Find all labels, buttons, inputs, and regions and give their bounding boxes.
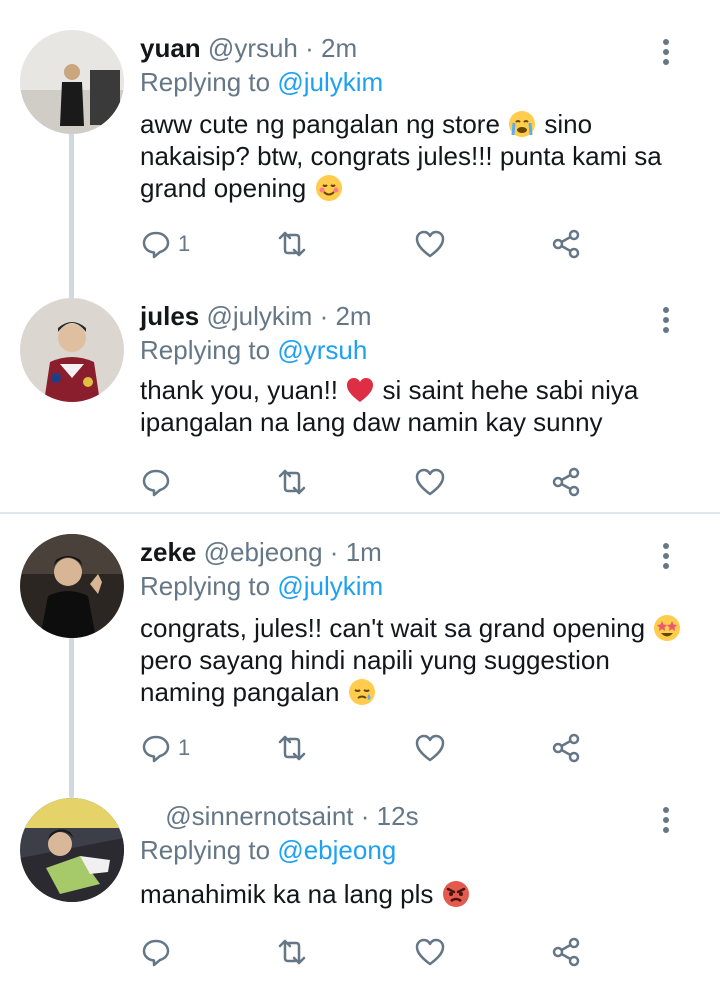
tweet-text: congrats, jules!! can't wait sa grand op…: [140, 612, 690, 708]
share-button[interactable]: [550, 728, 582, 768]
text-part: thank you, yuan!!: [140, 375, 339, 405]
tweet-text: manahimik ka na lang pls: [140, 878, 690, 910]
thread-line: [69, 634, 74, 798]
more-icon[interactable]: [656, 36, 676, 68]
text-part: congrats, jules!! can't wait sa grand op…: [140, 613, 646, 643]
reply-count: 1: [178, 735, 191, 760]
like-button[interactable]: [414, 224, 446, 264]
share-button[interactable]: [550, 932, 582, 972]
tweet-header: jules @julykim · 2m: [140, 298, 372, 334]
user-handle[interactable]: @ebjeong: [204, 537, 323, 567]
display-name[interactable]: zeke: [140, 537, 196, 567]
retweet-icon: [278, 939, 306, 965]
replying-handle-link[interactable]: @julykim: [277, 571, 383, 601]
like-icon: [415, 230, 445, 258]
thread-divider: [0, 512, 720, 514]
retweet-icon: [278, 231, 306, 257]
more-icon[interactable]: [656, 304, 676, 336]
star-struck-emoji-icon: [654, 615, 681, 641]
timestamp[interactable]: 1m: [346, 537, 382, 567]
like-icon: [415, 734, 445, 762]
reply-icon: [142, 469, 170, 497]
thread-line: [69, 130, 74, 320]
reply-icon: [142, 735, 170, 763]
avatar[interactable]: [20, 30, 124, 134]
replying-to: Replying to @julykim: [140, 64, 383, 100]
reply-button[interactable]: [140, 932, 178, 972]
like-button[interactable]: [414, 462, 446, 502]
retweet-button[interactable]: [276, 932, 308, 972]
separator: ·: [319, 301, 329, 331]
tweet-actions: [140, 462, 700, 502]
reply-icon: [142, 939, 170, 967]
replying-prefix: Replying to: [140, 335, 271, 365]
share-icon: [552, 733, 580, 763]
retweet-icon: [278, 735, 306, 761]
text-part: manahimik ka na lang pls: [140, 879, 434, 909]
user-handle[interactable]: @sinnernotsaint: [165, 801, 353, 831]
smiling-face-emoji-icon: [315, 175, 342, 201]
share-icon: [552, 229, 580, 259]
replying-handle-link[interactable]: @ebjeong: [277, 835, 396, 865]
like-icon: [415, 938, 445, 966]
like-icon: [415, 468, 445, 496]
tweet-header: @sinnernotsaint · 12s: [140, 798, 419, 834]
separator: ·: [360, 801, 370, 831]
replying-prefix: Replying to: [140, 571, 271, 601]
avatar[interactable]: [20, 298, 124, 402]
tweet-header: yuan @yrsuh · 2m: [140, 30, 357, 66]
crying-face-emoji-icon: [509, 111, 536, 137]
replying-prefix: Replying to: [140, 67, 271, 97]
share-button[interactable]: [550, 224, 582, 264]
tweet-text: thank you, yuan!! si saint hehe sabi niy…: [140, 374, 690, 438]
avatar[interactable]: [20, 534, 124, 638]
timestamp[interactable]: 2m: [321, 33, 357, 63]
display-name[interactable]: jules: [140, 301, 199, 331]
tweet-jules[interactable]: jules @julykim · 2m Replying to @yrsuh t…: [0, 298, 720, 508]
separator: ·: [329, 537, 339, 567]
tweet-zeke[interactable]: zeke @ebjeong · 1m Replying to @julykim …: [0, 534, 720, 798]
tweet-actions: [140, 932, 700, 972]
separator: ·: [305, 33, 314, 63]
reply-icon: [142, 231, 170, 259]
reply-button[interactable]: 1: [140, 728, 190, 768]
replying-handle-link[interactable]: @yrsuh: [277, 335, 367, 365]
reply-count: 1: [178, 231, 191, 256]
timestamp[interactable]: 2m: [335, 301, 371, 331]
angry-face-emoji-icon: [442, 881, 469, 907]
replying-to: Replying to @yrsuh: [140, 332, 367, 368]
replying-prefix: Replying to: [140, 835, 271, 865]
retweet-button[interactable]: [276, 224, 308, 264]
user-handle[interactable]: @julykim: [206, 301, 312, 331]
reply-button[interactable]: 1: [140, 224, 190, 264]
share-icon: [552, 937, 580, 967]
reply-button[interactable]: [140, 462, 178, 502]
sleepy-face-emoji-icon: [348, 679, 375, 705]
tweet-actions: 1: [140, 728, 700, 768]
retweet-button[interactable]: [276, 728, 308, 768]
tweet-header: zeke @ebjeong · 1m: [140, 534, 382, 570]
replying-to: Replying to @ebjeong: [140, 832, 396, 868]
retweet-icon: [278, 469, 306, 495]
tweet-sinnernotsaint[interactable]: @sinnernotsaint · 12s Replying to @ebjeo…: [0, 798, 720, 978]
user-handle[interactable]: @yrsuh: [208, 33, 298, 63]
retweet-button[interactable]: [276, 462, 308, 502]
like-button[interactable]: [414, 932, 446, 972]
tweet-yuan[interactable]: yuan @yrsuh · 2m Replying to @julykim aw…: [0, 30, 720, 320]
replying-to: Replying to @julykim: [140, 568, 383, 604]
text-part: aww cute ng pangalan ng store: [140, 109, 500, 139]
red-heart-emoji-icon: [347, 378, 374, 402]
tweet-text: aww cute ng pangalan ng store sino nakai…: [140, 108, 690, 204]
tweet-actions: 1: [140, 224, 700, 264]
avatar[interactable]: [20, 798, 124, 902]
more-icon[interactable]: [656, 804, 676, 836]
display-name[interactable]: yuan: [140, 33, 201, 63]
more-icon[interactable]: [656, 540, 676, 572]
share-icon: [552, 467, 580, 497]
share-button[interactable]: [550, 462, 582, 502]
like-button[interactable]: [414, 728, 446, 768]
timestamp[interactable]: 12s: [377, 801, 419, 831]
replying-handle-link[interactable]: @julykim: [277, 67, 383, 97]
